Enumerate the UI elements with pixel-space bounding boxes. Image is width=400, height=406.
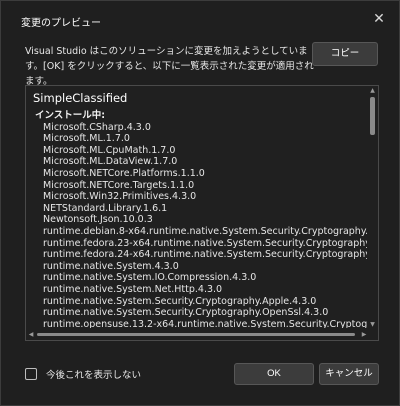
package-item: Microsoft.ML.CpuMath.1.7.0 xyxy=(43,144,176,156)
scrollbar-corner xyxy=(367,329,378,340)
dialog-title: 変更のプレビュー xyxy=(21,18,101,29)
package-item: runtime.native.System.Net.Http.4.3.0 xyxy=(43,283,223,295)
package-item: Microsoft.NETCore.Targets.1.1.0 xyxy=(43,179,195,191)
package-item: Newtonsoft.Json.10.0.3 xyxy=(43,214,153,226)
package-item: runtime.fedora.23-x64.runtime.native.Sys… xyxy=(43,237,369,249)
scroll-up-icon[interactable]: ▲ xyxy=(367,86,378,96)
package-item: NETStandard.Library.1.6.1 xyxy=(43,202,168,214)
copy-button[interactable]: コピー xyxy=(312,42,378,66)
package-item: Microsoft.NETCore.Platforms.1.1.0 xyxy=(43,167,205,179)
package-item: Microsoft.Win32.Primitives.4.3.0 xyxy=(43,191,197,203)
close-icon[interactable]: ✕ xyxy=(369,9,389,29)
dont-show-again-checkbox[interactable] xyxy=(25,368,37,380)
package-item: Microsoft.ML.DataView.1.7.0 xyxy=(43,156,178,168)
changes-list-content: SimpleClassified インストール中: Microsoft.CSha… xyxy=(33,90,369,328)
package-item: runtime.opensuse.13.2-x64.runtime.native… xyxy=(43,318,369,328)
project-name: SimpleClassified xyxy=(33,91,128,105)
package-item: Microsoft.CSharp.4.3.0 xyxy=(43,121,151,133)
dont-show-again-option[interactable]: 今後これを表示しない xyxy=(25,367,141,381)
changes-list[interactable]: SimpleClassified インストール中: Microsoft.CSha… xyxy=(25,85,379,341)
package-item: runtime.native.System.Security.Cryptogra… xyxy=(43,307,329,319)
package-item: Microsoft.ML.1.7.0 xyxy=(43,133,130,145)
package-item: runtime.native.System.IO.Compression.4.3… xyxy=(43,272,257,284)
horizontal-scrollbar[interactable]: ◀ ▶ xyxy=(26,329,369,340)
ok-button[interactable]: OK xyxy=(234,363,314,385)
scroll-left-icon[interactable]: ◀ xyxy=(26,329,36,340)
package-item: runtime.native.System.4.3.0 xyxy=(43,260,179,272)
vertical-scrollbar[interactable]: ▲ ▼ xyxy=(367,86,378,330)
package-item: runtime.native.System.Security.Cryptogra… xyxy=(43,295,317,307)
section-heading-installing: インストール中: xyxy=(35,110,106,121)
title-bar: 変更のプレビュー ✕ xyxy=(1,1,399,35)
horizontal-scroll-thumb[interactable] xyxy=(37,333,355,336)
cancel-button[interactable]: キャンセル xyxy=(319,363,379,385)
dont-show-again-label: 今後これを表示しない xyxy=(46,370,142,381)
package-item: runtime.fedora.24-x64.runtime.native.Sys… xyxy=(43,249,369,261)
dialog-description: Visual Studio はこのソリューションに変更を加えようとしています。[… xyxy=(25,46,314,87)
vertical-scroll-thumb[interactable] xyxy=(370,97,375,135)
preview-changes-dialog: 変更のプレビュー ✕ Visual Studio はこのソリューションに変更を加… xyxy=(0,0,400,406)
package-item: runtime.debian.8-x64.runtime.native.Syst… xyxy=(43,225,369,237)
